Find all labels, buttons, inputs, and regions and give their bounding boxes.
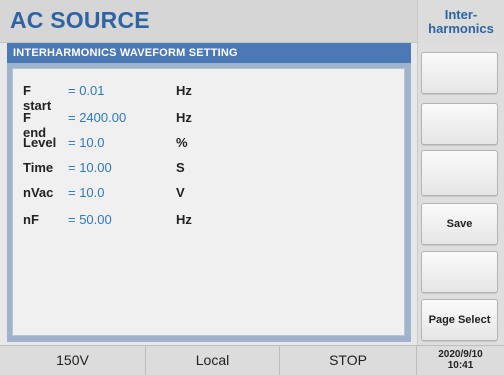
param-value[interactable]: = 0.01 [68,83,105,98]
param-unit: % [176,135,188,150]
param-label: Time [23,160,54,175]
param-unit: S [176,160,185,175]
param-value[interactable]: = 10.0 [68,135,105,150]
param-label: nVac [23,185,54,200]
voltage-range-status: 150V [0,345,146,375]
softkey-3[interactable] [421,150,498,196]
param-value[interactable]: = 50.00 [68,212,112,227]
param-value[interactable]: = 2400.00 [68,110,126,125]
date-text: 2020/9/10 [438,349,483,360]
output-status: STOP [280,345,417,375]
softkey-2[interactable] [421,103,498,145]
param-label: Level [23,135,57,150]
param-value[interactable]: = 10.00 [68,160,112,175]
mode-label-line1: Inter- [444,6,478,22]
control-mode-status: Local [146,345,280,375]
save-button[interactable]: Save [421,203,498,245]
param-label: F start [23,83,52,113]
mode-label-line2: harmonics [428,20,494,36]
panel-title: INTERHARMONICS WAVEFORM SETTING [7,43,411,63]
time-text: 10:41 [447,360,474,371]
settings-panel [12,68,405,336]
mode-indicator: Inter- harmonics [417,0,504,43]
param-unit: Hz [176,110,192,125]
page-select-button[interactable]: Page Select [421,299,498,341]
app-title: AC SOURCE [10,7,150,33]
datetime-display: 2020/9/10 10:41 [417,345,504,375]
param-unit: Hz [176,212,192,227]
param-label: nF [23,212,39,227]
param-unit: V [176,185,185,200]
softkey-1[interactable] [421,52,498,94]
softkey-5[interactable] [421,251,498,293]
param-unit: Hz [176,83,192,98]
param-value[interactable]: = 10.0 [68,185,105,200]
